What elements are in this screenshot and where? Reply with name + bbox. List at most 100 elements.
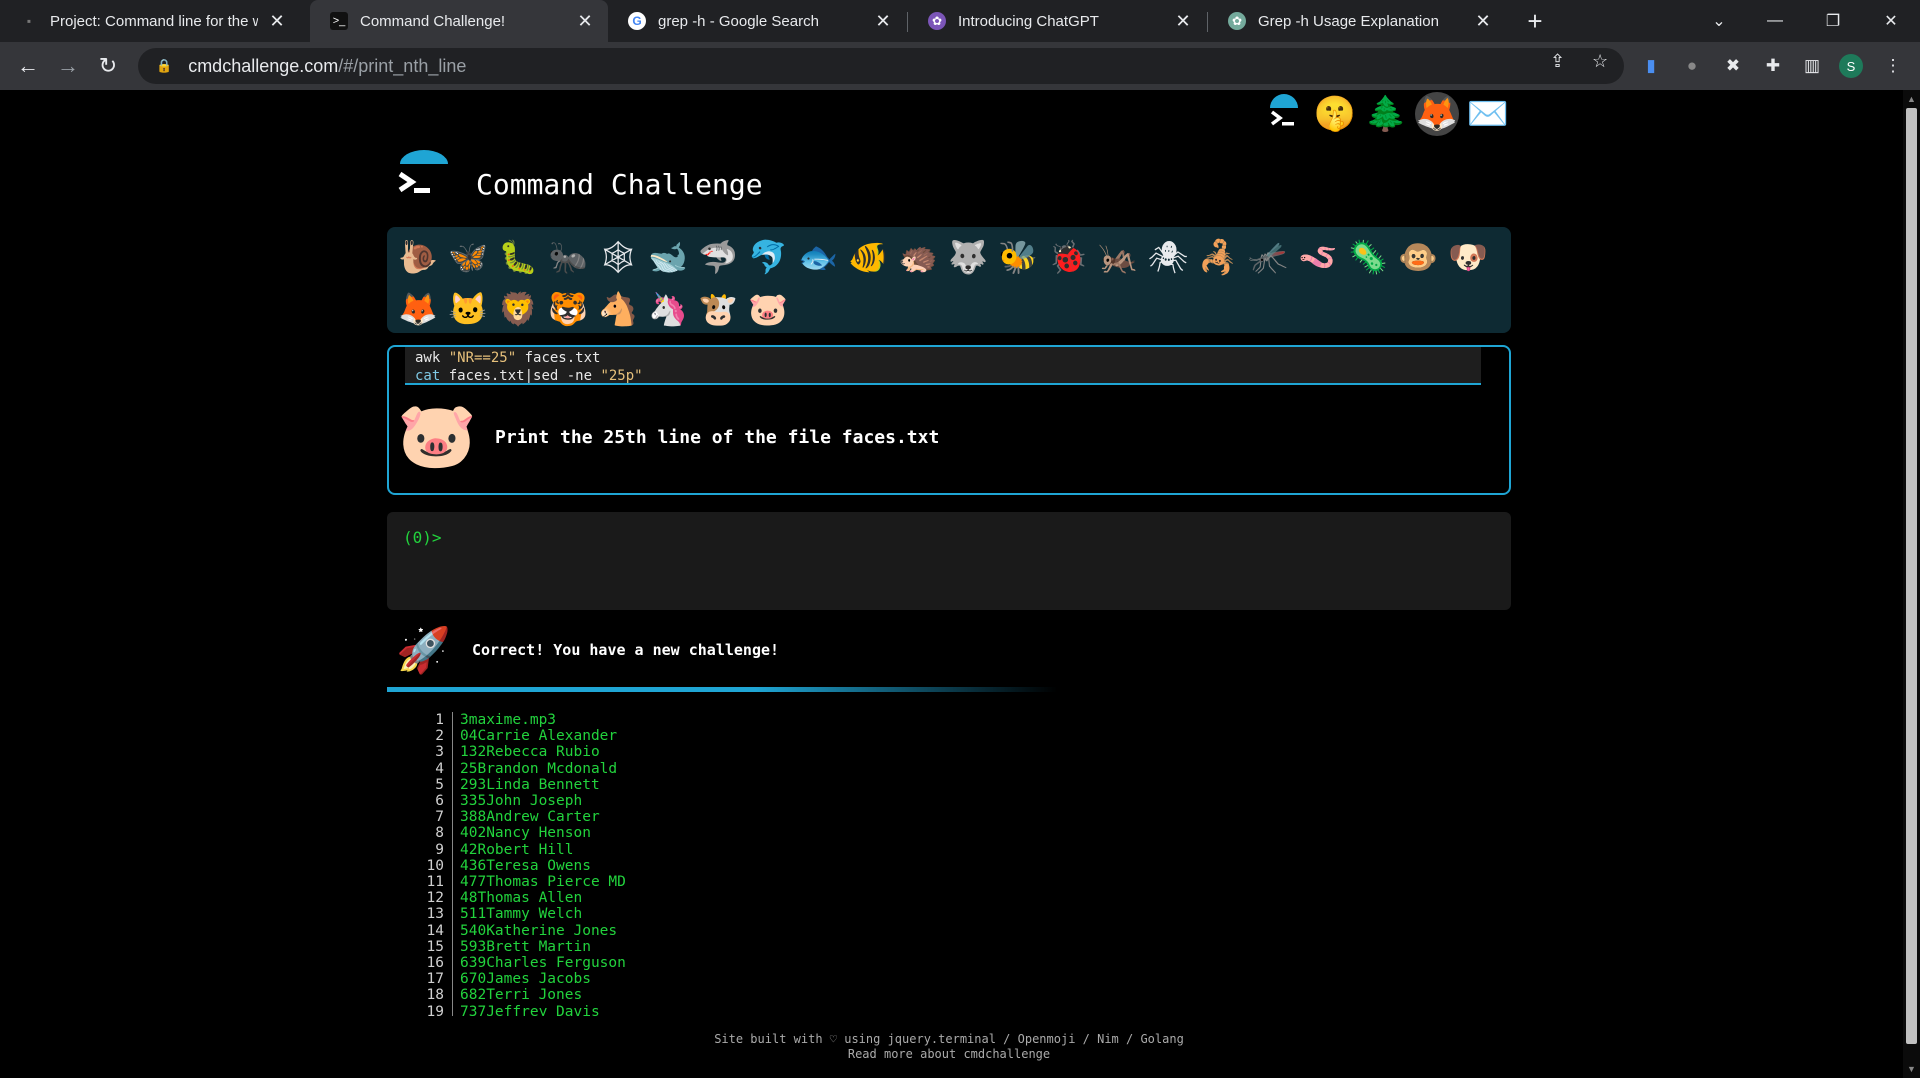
extension-mouse-icon[interactable]: ●	[1679, 53, 1705, 79]
line-text: 388Andrew Carter	[460, 809, 600, 826]
animal-icon[interactable]: 🐝	[993, 231, 1043, 283]
bookmark-star-icon[interactable]: ☆	[1592, 51, 1608, 72]
output-line: 14 540Katherine Jones	[420, 922, 1220, 939]
line-text: 477Thomas Pierce MD	[460, 874, 626, 891]
close-icon[interactable]: ✕	[1474, 11, 1492, 32]
animal-icon[interactable]: 🦂	[1193, 231, 1243, 283]
animal-icon[interactable]: 🦈	[693, 231, 743, 283]
animal-icon[interactable]: 🪱	[1293, 231, 1343, 283]
url-path: /#/print_nth_line	[338, 55, 467, 76]
line-number: 1	[435, 712, 444, 728]
hint-cmd: awk	[415, 350, 449, 366]
animal-icon[interactable]: 🐮	[693, 283, 743, 335]
animal-icon[interactable]: 🐬	[743, 231, 793, 283]
line-number: 14	[426, 922, 444, 939]
gutter-divider	[452, 825, 453, 842]
reload-button[interactable]: ↻	[94, 52, 122, 80]
side-panel-icon[interactable]: ▥	[1799, 53, 1825, 79]
close-icon[interactable]: ✕	[576, 11, 594, 32]
gitlab-icon[interactable]: 🦊	[1415, 92, 1459, 136]
line-text: 682Terri Jones	[460, 987, 583, 1004]
tab-title: Command Challenge!	[360, 12, 506, 30]
gutter-divider	[452, 760, 453, 777]
animal-icon[interactable]: 🕸	[593, 231, 643, 283]
kebab-menu-icon[interactable]: ⋮	[1880, 53, 1906, 79]
animal-icon[interactable]: 🦁	[493, 283, 543, 335]
tab-command-challenge[interactable]: >_ Command Challenge! ✕	[310, 0, 608, 42]
gutter-divider	[452, 906, 453, 923]
animal-icon[interactable]: 🕷	[1143, 231, 1193, 283]
animal-icon[interactable]: 🦔	[893, 231, 943, 283]
share-icon[interactable]: ⇪	[1550, 51, 1565, 72]
new-tab-button[interactable]: +	[1520, 6, 1550, 36]
scroll-up-icon[interactable]: ▲	[1907, 94, 1916, 104]
shushing-face-icon[interactable]: 🤫	[1313, 92, 1357, 136]
tab-introducing-chatgpt[interactable]: ✿ Introducing ChatGPT ✕	[908, 0, 1206, 42]
tab-search-button[interactable]: ⌄	[1696, 0, 1742, 42]
output-line: 17 670James Jacobs	[420, 971, 1220, 988]
output-line: 12 48Thomas Allen	[420, 890, 1220, 907]
animal-icon[interactable]: 🐴	[593, 283, 643, 335]
animal-icon[interactable]: 🐟	[793, 231, 843, 283]
gutter-divider	[452, 809, 453, 826]
animal-icon[interactable]: 🦗	[1093, 231, 1143, 283]
extension-docs-icon[interactable]: ▮	[1638, 53, 1664, 79]
gutter-divider	[452, 955, 453, 972]
restore-button[interactable]: ❐	[1810, 0, 1856, 42]
animal-icon[interactable]: 🐛	[493, 231, 543, 283]
animal-icon[interactable]: 🐱	[443, 283, 493, 335]
animal-icon[interactable]: 🐞	[1043, 231, 1093, 283]
tab-grep-usage[interactable]: ✿ Grep -h Usage Explanation ✕	[1208, 0, 1506, 42]
line-text: 04Carrie Alexander	[460, 728, 618, 745]
forward-button[interactable]: →	[54, 52, 82, 80]
output-line: 1 3maxime.mp3	[420, 712, 1220, 729]
line-number: 10	[426, 857, 444, 874]
animal-icon[interactable]: 🦠	[1343, 231, 1393, 283]
line-text: 132Rebecca Rubio	[460, 744, 600, 761]
address-bar[interactable]: 🔒 cmdchallenge.com/#/print_nth_line	[138, 48, 1624, 84]
animal-icon[interactable]: 🐋	[643, 231, 693, 283]
cmdchallenge-logo[interactable]	[396, 150, 452, 206]
close-icon[interactable]: ✕	[268, 11, 286, 32]
animal-icon[interactable]: 🦟	[1243, 231, 1293, 283]
tree-icon[interactable]: 🌲	[1364, 92, 1408, 136]
gutter-divider	[452, 712, 453, 729]
terminal-logo-icon[interactable]	[1262, 92, 1306, 136]
animal-icon[interactable]: 🐌	[393, 231, 443, 283]
close-icon[interactable]: ✕	[874, 11, 892, 32]
minimize-button[interactable]: —	[1752, 0, 1798, 42]
scroll-down-icon[interactable]: ▼	[1907, 1064, 1916, 1074]
animal-icon[interactable]: 🐠	[843, 231, 893, 283]
animal-icon[interactable]: 🐯	[543, 283, 593, 335]
page-scrollbar[interactable]: ▲ ▼	[1903, 90, 1920, 1078]
back-button[interactable]: ←	[14, 52, 42, 80]
hint-str: "25p"	[600, 368, 643, 384]
animal-icon[interactable]: 🦄	[643, 283, 693, 335]
animal-icon[interactable]: 🐜	[543, 231, 593, 283]
animal-icon[interactable]: 🐵	[1393, 231, 1443, 283]
animal-icon[interactable]: 🐷	[743, 283, 793, 335]
footer-about-link[interactable]: Read more about cmdchallenge	[387, 1047, 1511, 1062]
animal-icon[interactable]: 🦋	[443, 231, 493, 283]
output-line: 7 388Andrew Carter	[420, 809, 1220, 826]
line-number: 12	[426, 890, 444, 907]
terminal-input[interactable]: (0)>	[387, 512, 1511, 610]
animal-icon[interactable]: 🐺	[943, 231, 993, 283]
gutter-divider	[452, 744, 453, 761]
tab-gitlab-project[interactable]: ▪ Project: Command line for the wi ✕	[0, 0, 300, 42]
hint-rest: faces.txt	[516, 350, 601, 366]
tab-google-search[interactable]: G grep -h - Google Search ✕	[608, 0, 906, 42]
gutter-divider	[452, 776, 453, 794]
animal-icon[interactable]: 🐶	[1443, 231, 1493, 283]
animal-icon[interactable]: 🦊	[393, 283, 443, 335]
solution-hints[interactable]: awk "NR==25" faces.txt cat faces.txt|sed…	[405, 347, 1481, 385]
close-icon[interactable]: ✕	[1174, 11, 1192, 32]
profile-avatar[interactable]: S	[1839, 54, 1863, 78]
line-text: 3maxime.mp3	[460, 712, 557, 728]
extension-excel-icon[interactable]: ✖	[1720, 53, 1746, 79]
envelope-icon[interactable]: ✉️	[1466, 92, 1510, 136]
scrollbar-thumb[interactable]	[1906, 108, 1917, 1044]
line-number: 5	[435, 776, 444, 793]
close-window-button[interactable]: ✕	[1868, 0, 1914, 42]
extensions-puzzle-icon[interactable]: ✚	[1760, 53, 1786, 79]
